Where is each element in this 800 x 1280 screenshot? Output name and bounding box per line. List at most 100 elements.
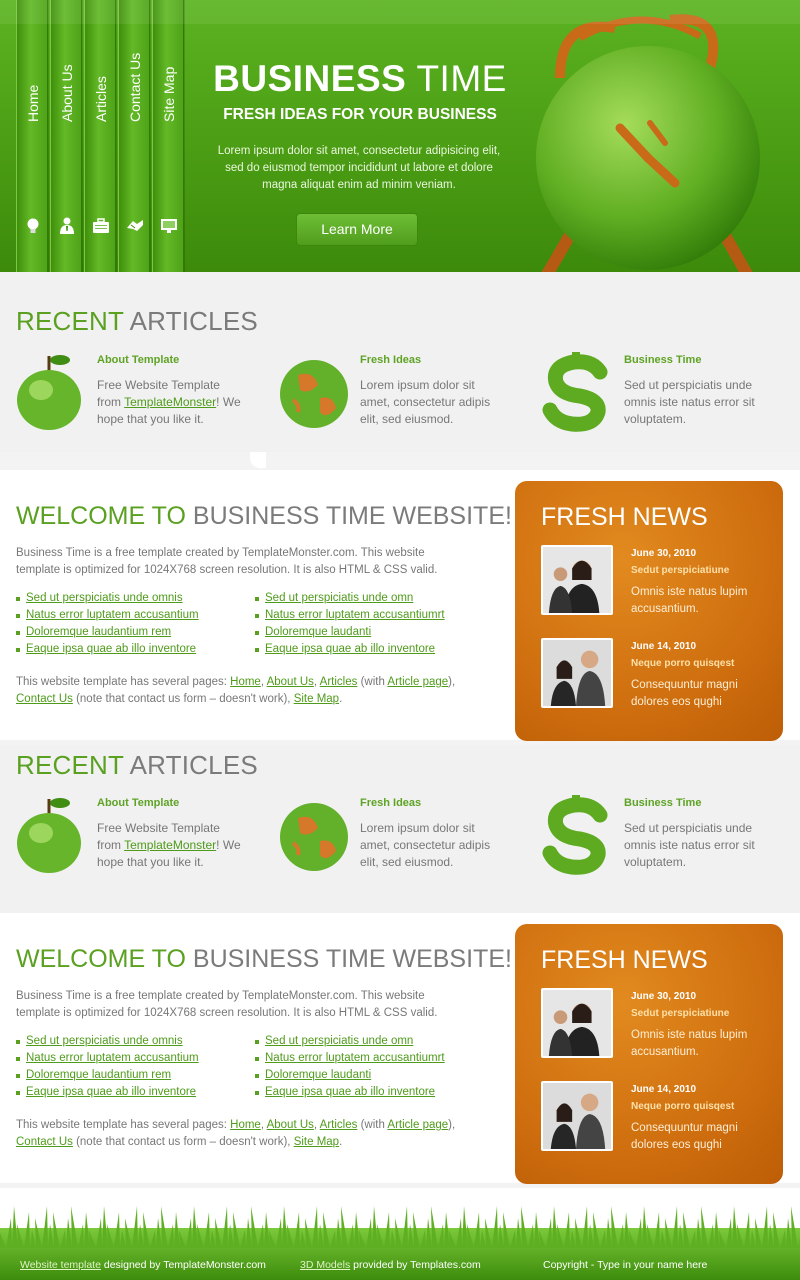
news-photo [541,545,613,615]
list-item: Doloremque laudantium rem [16,624,199,641]
sitemap-link[interactable]: Site Map [294,1136,339,1148]
welcome-pages-text: This website template has several pages:… [16,676,456,705]
articles-link[interactable]: Articles [320,1119,358,1131]
templatemonster-link[interactable]: TemplateMonster [124,395,216,409]
article-title: Fresh Ideas [360,354,422,366]
list-link[interactable]: Doloremque laudanti [265,1069,371,1081]
fresh-news-panel: FRESH NEWS June 30, 2010 Sedut perspicia… [515,924,783,1184]
handshake-icon [127,220,143,231]
monitor-icon [161,219,177,233]
nav-tab-articles[interactable]: Articles [84,0,116,272]
nav-tab-about[interactable]: About Us [50,0,82,272]
news-headline[interactable]: Sedut perspiciatiune [631,565,729,576]
section-title: RECENT ARTICLES [16,750,258,780]
footer-bar: Website template designed by TemplateMon… [0,1254,800,1280]
article-page-link[interactable]: Article page [387,1119,448,1131]
article-card: Fresh Ideas Lorem ipsum dolor sit amet, … [278,793,528,908]
welcome-list-left: Sed ut perspiciatis unde omnis Natus err… [16,590,199,658]
header-banner: Home About Us Articles Contact Us Site M… [0,0,800,272]
news-headline[interactable]: Sedut perspiciatiune [631,1008,729,1019]
footer-credit-2: 3D Models provided by Templates.com [300,1259,481,1271]
nav-label-about: About Us [59,64,75,122]
list-link[interactable]: Sed ut perspiciatis unde omn [265,1035,413,1047]
briefcase-icon [93,218,109,233]
list-link[interactable]: Eaque ipsa quae ab illo inventore [26,643,196,655]
news-headline[interactable]: Neque porro quisqest [631,658,734,669]
article-page-link[interactable]: Article page [387,676,448,688]
home-link[interactable]: Home [230,1119,261,1131]
list-link[interactable]: Eaque ipsa quae ab illo inventore [265,1086,435,1098]
3d-models-link[interactable]: 3D Models [300,1259,350,1271]
green-apple-icon [17,355,81,430]
list-link[interactable]: Natus error luptatem accusantium [26,609,199,621]
list-link[interactable]: Sed ut perspiciatis unde omnis [26,1035,183,1047]
list-link[interactable]: Eaque ipsa quae ab illo inventore [265,643,435,655]
news-date: June 30, 2010 [631,548,697,559]
templatemonster-link[interactable]: TemplateMonster [124,838,216,852]
article-card: Business Time Sed ut perspiciatis unde o… [542,793,792,908]
brand-subtitle: FRESH IDEAS FOR YOUR BUSINESS [223,106,497,123]
list-link[interactable]: Natus error luptatem accusantiumrt [265,1052,445,1064]
nav-label-articles: Articles [93,76,109,122]
list-item: Sed ut perspiciatis unde omn [255,590,445,607]
news-text: Consequuntur magni dolores eos qughi [631,679,738,708]
list-link[interactable]: Natus error luptatem accusantiumrt [265,609,445,621]
news-photo [541,638,613,708]
list-link[interactable]: Sed ut perspiciatis unde omn [265,592,413,604]
sitemap-link[interactable]: Site Map [294,693,339,705]
news-headline[interactable]: Neque porro quisqest [631,1101,734,1112]
list-link[interactable]: Doloremque laudantium rem [26,1069,171,1081]
welcome-list-left: Sed ut perspiciatis unde omnis Natus err… [16,1033,199,1101]
list-item: Eaque ipsa quae ab illo inventore [16,641,199,658]
list-item: Eaque ipsa quae ab illo inventore [255,1084,445,1101]
recent-articles-section: RECENT ARTICLES About Template Free Webs… [0,272,800,468]
list-item: Natus error luptatem accusantiumrt [255,1050,445,1067]
list-link[interactable]: Doloremque laudanti [265,626,371,638]
article-card: Business Time Sed ut perspiciatis unde o… [542,350,792,465]
list-link[interactable]: Eaque ipsa quae ab illo inventore [26,1086,196,1098]
list-link[interactable]: Doloremque laudantium rem [26,626,171,638]
home-link[interactable]: Home [230,676,261,688]
news-title: FRESH NEWS [541,503,708,531]
list-item: Doloremque laudanti [255,624,445,641]
article-title: Business Time [624,354,702,366]
grass-globe-icon [280,360,348,428]
learn-more-button[interactable]: Learn More [296,213,418,246]
nav-label-home: Home [25,84,41,122]
article-card: About Template Free Website Template fro… [15,350,265,465]
list-item: Natus error luptatem accusantium [16,1050,199,1067]
article-text: Sed ut perspiciatis unde omnis iste natu… [624,378,755,426]
list-item: Sed ut perspiciatis unde omnis [16,1033,199,1050]
nav-tab-contact[interactable]: Contact Us [118,0,150,272]
list-link[interactable]: Natus error luptatem accusantium [26,1052,199,1064]
welcome-list-right: Sed ut perspiciatis unde omn Natus error… [255,1033,445,1101]
brand-title: BUSINESS TIME [213,58,507,99]
list-link[interactable]: Sed ut perspiciatis unde omnis [26,592,183,604]
contact-link[interactable]: Contact Us [16,1136,73,1148]
news-item: June 14, 2010 Neque porro quisqest Conse… [541,638,781,718]
news-item: June 30, 2010 Sedut perspiciatiune Omnis… [541,545,781,625]
list-item: Natus error luptatem accusantiumrt [255,607,445,624]
news-photo [541,988,613,1058]
nav-label-sitemap: Site Map [161,66,177,122]
contact-link[interactable]: Contact Us [16,693,73,705]
list-item: Doloremque laudanti [255,1067,445,1084]
news-title: FRESH NEWS [541,946,708,974]
article-title: Business Time [624,797,702,809]
news-text: Consequuntur magni dolores eos qughi [631,1122,738,1151]
nav-tab-home[interactable]: Home [16,0,48,272]
website-template-link[interactable]: Website template [20,1259,101,1271]
about-link[interactable]: About Us [267,676,314,688]
news-date: June 30, 2010 [631,991,697,1002]
nav-label-contact: Contact Us [127,52,143,122]
article-text: Lorem ipsum dolor sit amet, consectetur … [360,378,491,426]
section-title: RECENT ARTICLES [16,306,258,336]
person-icon [60,217,74,234]
welcome-pages-text: This website template has several pages:… [16,1119,456,1148]
list-item: Sed ut perspiciatis unde omn [255,1033,445,1050]
about-link[interactable]: About Us [267,1119,314,1131]
articles-link[interactable]: Articles [320,676,358,688]
news-text: Omnis iste natus lupim accusantium. [631,586,748,615]
news-item: June 14, 2010 Neque porro quisqest Conse… [541,1081,781,1161]
nav-tab-sitemap[interactable]: Site Map [152,0,184,272]
